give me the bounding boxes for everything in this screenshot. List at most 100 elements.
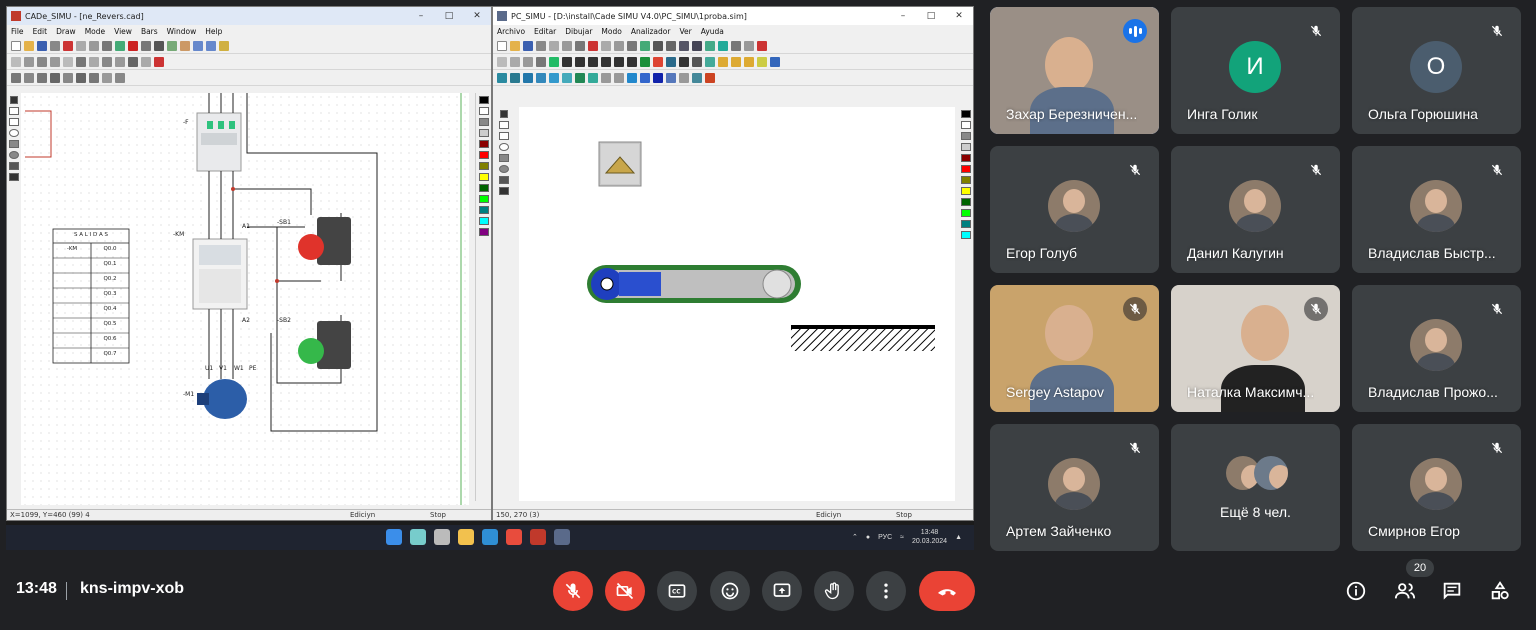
menu-archivo[interactable]: Archivo — [497, 27, 525, 36]
salidas-output: Q0.1 — [103, 261, 117, 267]
schematic-canvas[interactable]: -F -KM -SB1 -SB2 -M1 U1 V1 W1 PE A1 A2 S… — [21, 93, 469, 505]
close-button[interactable]: ✕ — [945, 11, 973, 21]
info-icon — [1346, 581, 1366, 601]
captions-button[interactable]: CC — [657, 571, 697, 611]
start-icon[interactable] — [386, 529, 402, 545]
participant-tile[interactable]: О Ольга Горюшина — [1352, 7, 1521, 134]
avatar — [1410, 458, 1462, 510]
language-indicator[interactable]: РУС — [878, 534, 892, 541]
participant-tile[interactable]: Данил Калугин — [1171, 146, 1340, 273]
simulation-canvas[interactable] — [519, 107, 955, 501]
end-call-button[interactable] — [919, 571, 975, 611]
menu-file[interactable]: File — [11, 27, 24, 36]
menu-bars[interactable]: Bars — [141, 27, 158, 36]
minimize-button[interactable]: – — [889, 11, 917, 21]
maximize-button[interactable]: □ — [917, 11, 945, 21]
menu-ver[interactable]: Ver — [679, 27, 691, 36]
window-title: CADe_SIMU - [ne_Revers.cad] — [25, 11, 144, 21]
cade-simu-taskbar-icon[interactable] — [530, 529, 546, 545]
v1-label: V1 — [219, 365, 227, 372]
notifications-icon[interactable]: ▲ — [955, 534, 962, 541]
mic-off-icon — [1129, 303, 1141, 315]
participant-tile[interactable]: Егор Голуб — [990, 146, 1159, 273]
app-icon — [497, 11, 507, 21]
avatar-stack — [1226, 456, 1290, 492]
more-options-button[interactable] — [866, 571, 906, 611]
maximize-button[interactable]: □ — [435, 11, 463, 21]
file-explorer-icon[interactable] — [458, 529, 474, 545]
pc-simu-window[interactable]: PC_SIMU - [D:\install\Cade SIMU V4.0\PC_… — [492, 6, 974, 521]
menu-modo[interactable]: Modo — [601, 27, 621, 36]
color-palette[interactable] — [959, 107, 973, 507]
tray-mic-icon[interactable]: ● — [866, 534, 870, 541]
mic-off-icon — [1129, 442, 1141, 454]
participant-tile[interactable]: Наталка Максимч... — [1171, 285, 1340, 412]
w1-label: W1 — [234, 365, 244, 372]
participant-tile[interactable]: Артем Зайченко — [990, 424, 1159, 551]
a1-label: A1 — [242, 223, 250, 230]
menu-draw[interactable]: Draw — [56, 27, 76, 36]
breaker-label: -F — [183, 119, 189, 126]
meeting-details-button[interactable] — [1341, 576, 1371, 606]
reactions-button[interactable] — [710, 571, 750, 611]
participant-tile[interactable]: Владислав Прожо... — [1352, 285, 1521, 412]
salidas-output: Q0.4 — [103, 306, 117, 312]
chat-icon — [1443, 582, 1461, 600]
menu-dibujar[interactable]: Dibujar — [565, 27, 592, 36]
menu-editar[interactable]: Editar — [534, 27, 556, 36]
participant-tile[interactable]: Смирнов Егор — [1352, 424, 1521, 551]
tray-chevron-icon[interactable]: ⌃ — [852, 533, 858, 541]
avatar-initial: О — [1426, 53, 1446, 80]
draw-toolbox[interactable] — [7, 93, 21, 513]
participant-tile[interactable]: Sergey Astapov — [990, 285, 1159, 412]
toolbar-devices[interactable] — [493, 54, 973, 70]
wifi-icon[interactable]: ≈ — [900, 534, 904, 541]
draw-toolbox[interactable] — [493, 107, 515, 513]
muted-indicator — [1304, 297, 1328, 321]
participant-name: Sergey Astapov — [1006, 384, 1105, 400]
status-coords: X=1099, Y=460 (99) 4 — [10, 511, 90, 519]
toolbar-contacts[interactable] — [7, 70, 491, 86]
emoji-icon — [721, 582, 739, 600]
taskbar-time: 13:48 — [920, 529, 939, 536]
salidas-output: Q0.0 — [103, 246, 117, 252]
toolbar-main[interactable] — [7, 38, 491, 54]
participant-tile[interactable]: И Инга Голик — [1171, 7, 1340, 134]
cade-simu-window[interactable]: CADe_SIMU - [ne_Revers.cad] – □ ✕ File E… — [6, 6, 492, 521]
salidas-output: Q0.3 — [103, 291, 117, 297]
camera-toggle-button[interactable] — [605, 571, 645, 611]
participant-tile[interactable]: Захар Березничен... — [990, 7, 1159, 134]
color-palette[interactable] — [475, 93, 491, 501]
people-button[interactable] — [1390, 576, 1420, 606]
close-button[interactable]: ✕ — [463, 11, 491, 21]
mic-toggle-button[interactable] — [553, 571, 593, 611]
menu-view[interactable]: View — [114, 27, 132, 36]
widgets-icon[interactable] — [410, 529, 426, 545]
menu-ayuda[interactable]: Ayuda — [701, 27, 724, 36]
muted-indicator — [1304, 158, 1328, 182]
chrome-icon[interactable] — [506, 529, 522, 545]
menu-help[interactable]: Help — [205, 27, 222, 36]
participant-tile[interactable]: Владислав Быстр... — [1352, 146, 1521, 273]
minimize-button[interactable]: – — [407, 11, 435, 21]
menu-mode[interactable]: Mode — [85, 27, 105, 36]
present-button[interactable] — [762, 571, 802, 611]
a2-label: A2 — [242, 317, 250, 324]
more-participants-tile[interactable]: Ещё 8 чел. — [1171, 424, 1340, 551]
menu-analizador[interactable]: Analizador — [631, 27, 671, 36]
raise-hand-button[interactable] — [814, 571, 854, 611]
menu-window[interactable]: Window — [167, 27, 197, 36]
status-bar: X=1099, Y=460 (99) 4 Ediciyn Stop — [7, 509, 491, 520]
toolbar-mechanical[interactable] — [493, 70, 973, 86]
toolbar-main[interactable] — [493, 38, 973, 54]
toolbar-components[interactable] — [7, 54, 491, 70]
chat-button[interactable] — [1437, 576, 1467, 606]
muted-indicator — [1485, 297, 1509, 321]
pc-simu-taskbar-icon[interactable] — [554, 529, 570, 545]
edge-icon[interactable] — [482, 529, 498, 545]
menu-edit[interactable]: Edit — [33, 27, 48, 36]
avatar — [1229, 180, 1281, 232]
activities-button[interactable] — [1485, 576, 1515, 606]
task-view-icon[interactable] — [434, 529, 450, 545]
status-state: Stop — [430, 511, 446, 519]
